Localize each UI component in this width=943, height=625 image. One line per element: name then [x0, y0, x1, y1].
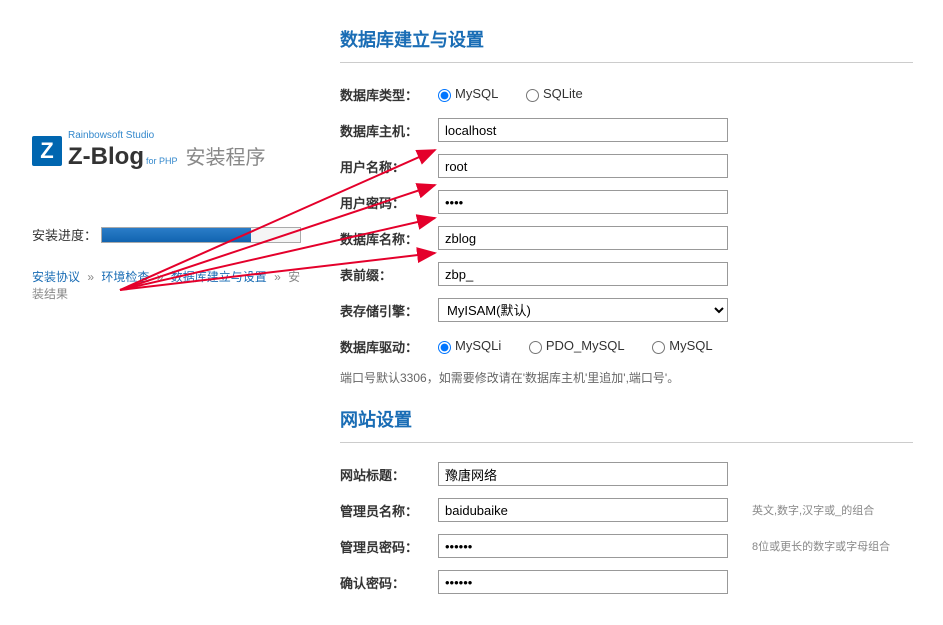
breadcrumb-sep: » — [274, 270, 281, 284]
admin-pass-label: 管理员密码： — [340, 537, 438, 556]
db-name-input[interactable] — [438, 226, 728, 250]
db-name-label: 数据库名称： — [340, 229, 438, 248]
breadcrumb-step2[interactable]: 环境检查 — [101, 270, 149, 284]
progress-label: 安装进度： — [32, 225, 97, 244]
breadcrumb: 安装协议 » 环境检查 » 数据库建立与设置 » 安装结果 — [32, 268, 310, 302]
db-driver-pdo-radio[interactable] — [529, 341, 542, 354]
db-type-sqlite[interactable]: SQLite — [526, 86, 583, 101]
db-host-label: 数据库主机： — [340, 121, 438, 140]
db-user-label: 用户名称： — [340, 157, 438, 176]
db-driver-label: 数据库驱动： — [340, 337, 438, 356]
admin-pass-input[interactable] — [438, 534, 728, 558]
breadcrumb-step1[interactable]: 安装协议 — [32, 270, 80, 284]
db-type-mysql[interactable]: MySQL — [438, 86, 498, 101]
admin-name-label: 管理员名称： — [340, 501, 438, 520]
db-port-note: 端口号默认3306，如需要修改请在'数据库主机'里追加',端口号'。 — [340, 369, 913, 386]
confirm-pass-label: 确认密码： — [340, 573, 438, 592]
db-section-title: 数据库建立与设置 — [340, 26, 913, 63]
confirm-pass-input[interactable] — [438, 570, 728, 594]
db-driver-mysqli-radio[interactable] — [438, 341, 451, 354]
db-driver-pdo[interactable]: PDO_MySQL — [529, 338, 625, 353]
admin-pass-hint: 8位或更长的数字或字母组合 — [752, 538, 890, 554]
db-driver-mysql-radio[interactable] — [652, 341, 665, 354]
logo-install-suffix: 安装程序 — [186, 141, 266, 170]
site-title-label: 网站标题： — [340, 465, 438, 484]
admin-name-hint: 英文,数字,汉字或_的组合 — [752, 502, 874, 518]
sidebar: Z Rainbowsoft Studio Z-Blog for PHP 安装程序… — [0, 0, 330, 625]
site-title-input[interactable] — [438, 462, 728, 486]
db-user-input[interactable] — [438, 154, 728, 178]
site-section-title: 网站设置 — [340, 406, 913, 443]
db-engine-label: 表存储引擎： — [340, 301, 438, 320]
db-prefix-input[interactable] — [438, 262, 728, 286]
breadcrumb-step3[interactable]: 数据库建立与设置 — [171, 270, 267, 284]
breadcrumb-sep: » — [87, 270, 94, 284]
db-engine-select[interactable]: MyISAM(默认) — [438, 298, 728, 322]
logo-icon: Z — [32, 136, 62, 166]
db-driver-mysql[interactable]: MySQL — [652, 338, 712, 353]
db-prefix-label: 表前缀： — [340, 265, 438, 284]
logo-php: for PHP — [146, 156, 178, 166]
progress-bar — [101, 227, 301, 243]
db-type-mysql-radio[interactable] — [438, 89, 451, 102]
progress-area: 安装进度： — [32, 225, 310, 244]
progress-fill — [102, 228, 251, 242]
logo-studio: Rainbowsoft Studio — [68, 130, 266, 141]
db-pass-label: 用户密码： — [340, 193, 438, 212]
admin-name-input[interactable] — [438, 498, 728, 522]
db-driver-mysqli[interactable]: MySQLi — [438, 338, 501, 353]
logo: Z Rainbowsoft Studio Z-Blog for PHP 安装程序 — [32, 130, 310, 171]
db-type-label: 数据库类型： — [340, 85, 438, 104]
breadcrumb-sep: » — [157, 270, 164, 284]
db-type-sqlite-radio[interactable] — [526, 89, 539, 102]
db-host-input[interactable] — [438, 118, 728, 142]
main-content: 数据库建立与设置 数据库类型： MySQL SQLite 数据库主机： 用户名称… — [330, 0, 943, 625]
db-pass-input[interactable] — [438, 190, 728, 214]
logo-name: Z-Blog — [68, 143, 144, 171]
